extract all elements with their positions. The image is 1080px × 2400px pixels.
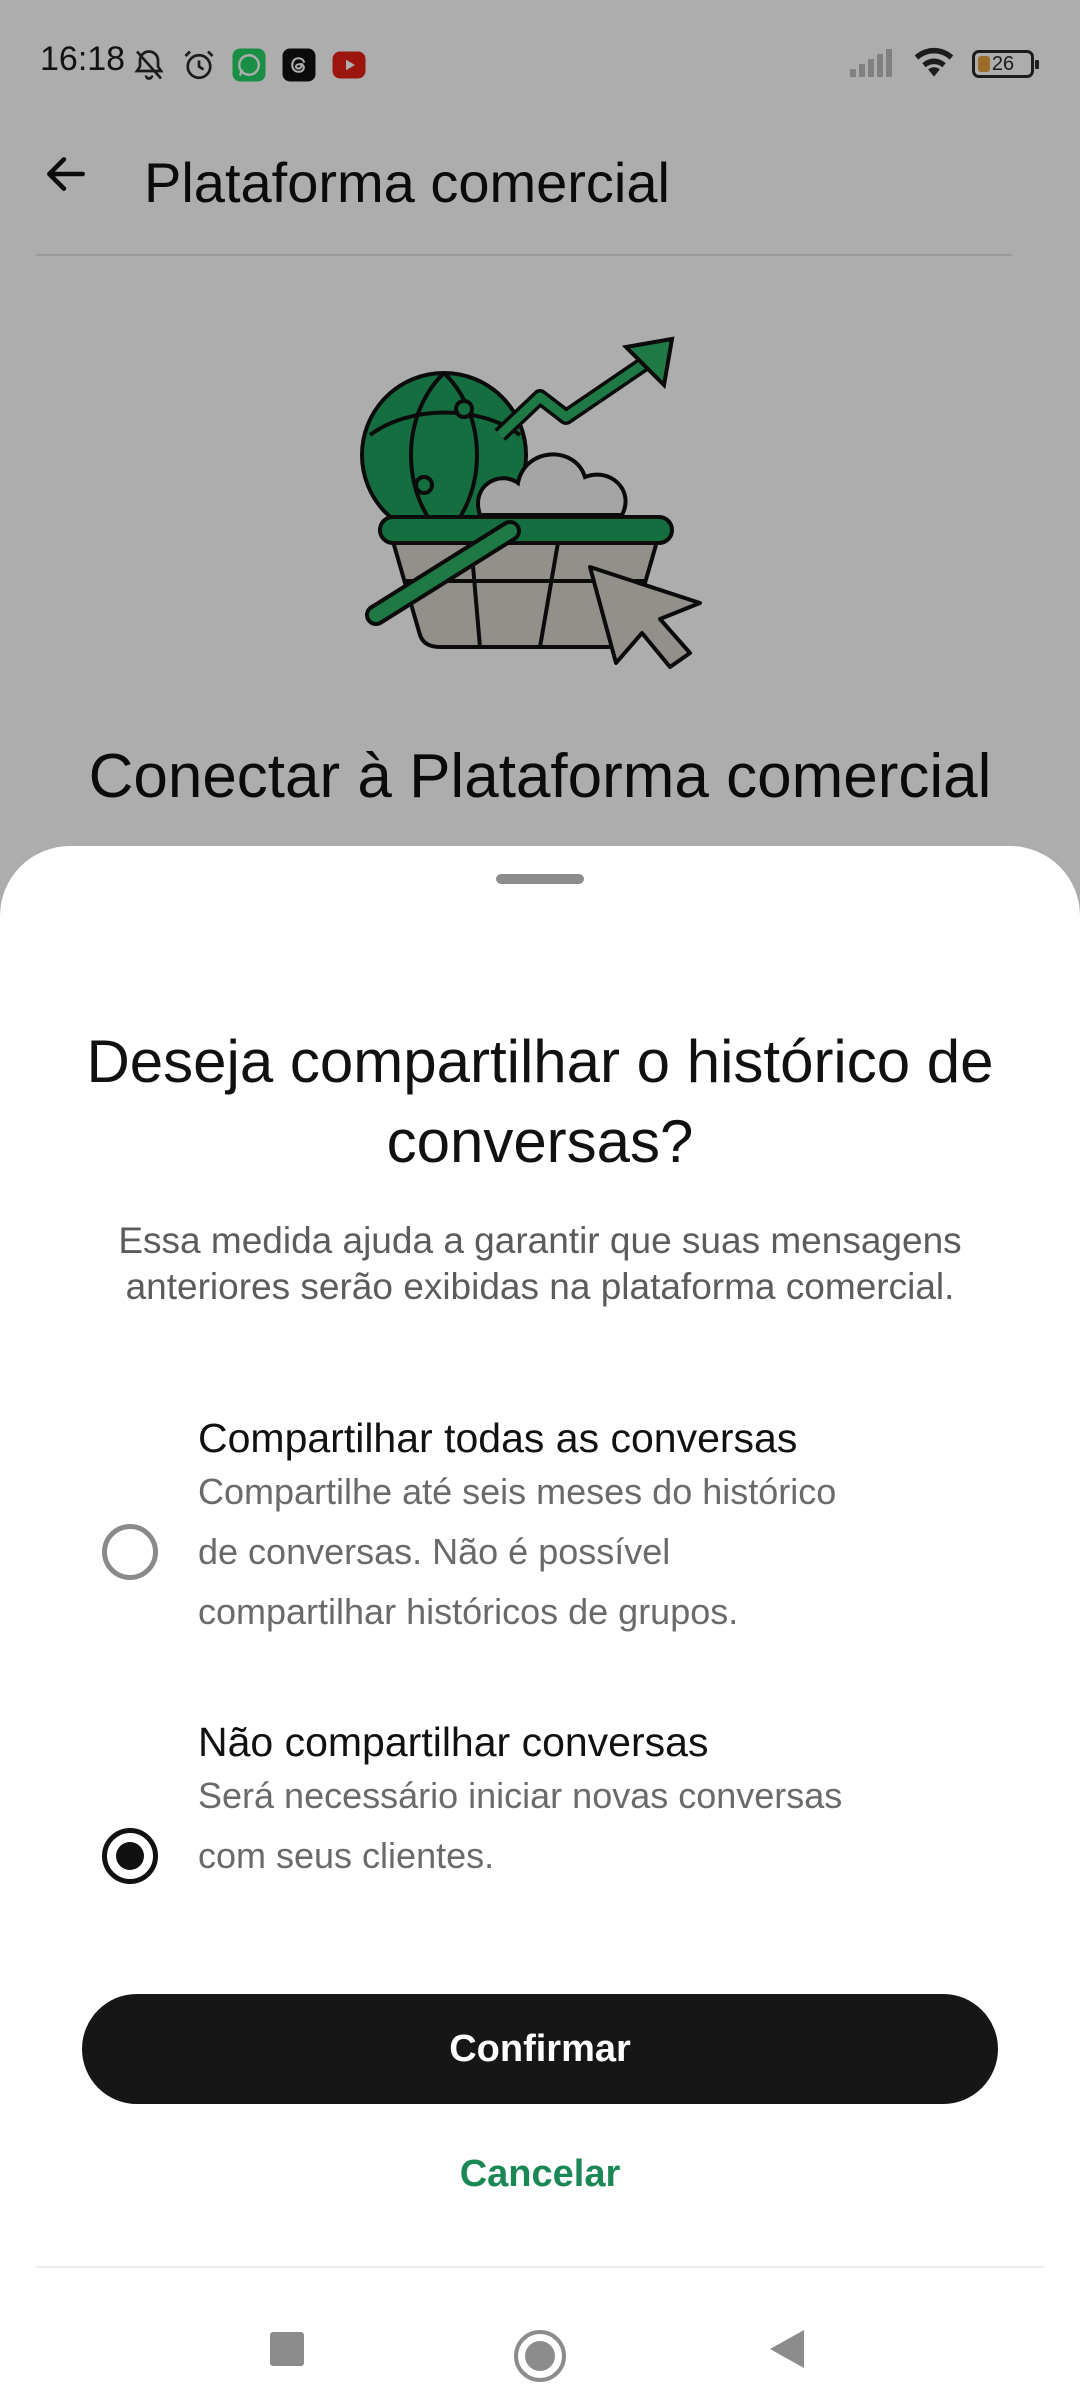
option-share-none[interactable]: Não compartilhar conversas Será necessár… xyxy=(0,1716,1080,1886)
option-title: Não compartilhar conversas xyxy=(198,1719,709,1765)
nav-divider xyxy=(36,2266,1044,2268)
home-circle-icon[interactable] xyxy=(514,2330,566,2382)
option-description: Será necessário iniciar novas conversas … xyxy=(198,1775,843,1876)
option-share-all[interactable]: Compartilhar todas as conversas Comparti… xyxy=(0,1412,1080,1642)
radio-button-unchecked[interactable] xyxy=(102,1524,158,1580)
recents-square-icon[interactable] xyxy=(270,2332,304,2366)
cancel-button[interactable]: Cancelar xyxy=(340,2124,740,2224)
drag-handle[interactable] xyxy=(496,874,584,884)
sheet-title: Deseja compartilhar o histórico de conve… xyxy=(86,1028,994,1175)
bottom-sheet: Deseja compartilhar o histórico de conve… xyxy=(0,846,1080,2400)
confirm-button[interactable]: Confirmar xyxy=(82,1994,998,2104)
radio-button-checked[interactable] xyxy=(102,1828,158,1884)
sheet-description: Essa medida ajuda a garantir que suas me… xyxy=(118,1220,962,1307)
option-title: Compartilhar todas as conversas xyxy=(198,1415,798,1461)
option-description: Compartilhe até seis meses do histórico … xyxy=(198,1471,837,1632)
back-triangle-icon[interactable] xyxy=(770,2330,804,2368)
